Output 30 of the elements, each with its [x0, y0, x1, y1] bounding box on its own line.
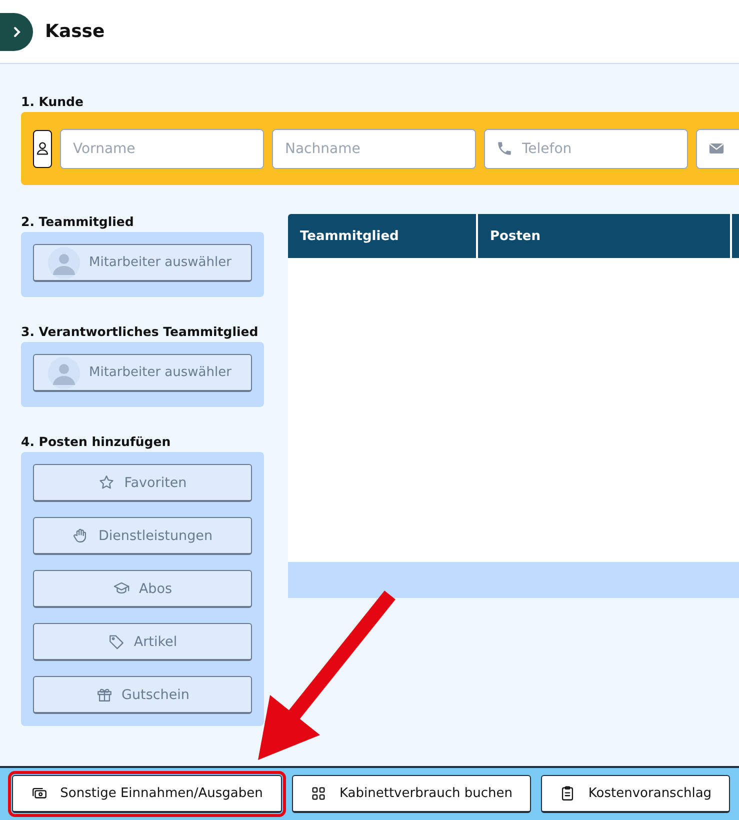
category-button[interactable]: Abos [33, 570, 252, 608]
category-button[interactable]: Artikel [33, 623, 252, 661]
section-label: 3. Verantwortliches Teammitglied [21, 324, 260, 341]
section-label: 4. Posten hinzufügen [21, 434, 172, 451]
category-button[interactable]: Gutschein [33, 676, 252, 714]
input-field[interactable]: Vorname [60, 128, 264, 168]
avatar-icon [48, 356, 80, 388]
user-icon [34, 140, 51, 157]
gift-icon [96, 686, 113, 703]
tag-icon [108, 633, 125, 650]
section-label: 2. Teammitglied [21, 214, 135, 231]
customer-select-button[interactable] [33, 130, 52, 168]
chevron-right-icon [12, 26, 22, 38]
action-button[interactable]: Kabinettverbrauch buchen [292, 775, 531, 813]
page-title: Kasse [45, 21, 105, 42]
grid-icon [310, 785, 328, 802]
category-button[interactable]: Favoriten [33, 464, 252, 502]
input-field[interactable]: Telefon [484, 128, 688, 168]
phone-icon [496, 140, 513, 156]
input-field[interactable]: Nachname [272, 128, 476, 168]
employee-select-button[interactable]: Mitarbeiter auswähler [33, 244, 252, 282]
expand-sidebar-button[interactable] [0, 12, 33, 50]
star-icon [98, 474, 116, 491]
section-label: 1. Kunde [21, 94, 84, 111]
column-header: Teammitglied [288, 214, 478, 258]
column-header: Posten [478, 214, 732, 258]
employee-select-button[interactable]: Mitarbeiter auswähler [33, 354, 252, 392]
avatar-icon [48, 246, 80, 278]
action-button[interactable]: Kostenvoranschlag [541, 775, 730, 813]
category-button[interactable]: Dienstleistungen [33, 517, 252, 555]
